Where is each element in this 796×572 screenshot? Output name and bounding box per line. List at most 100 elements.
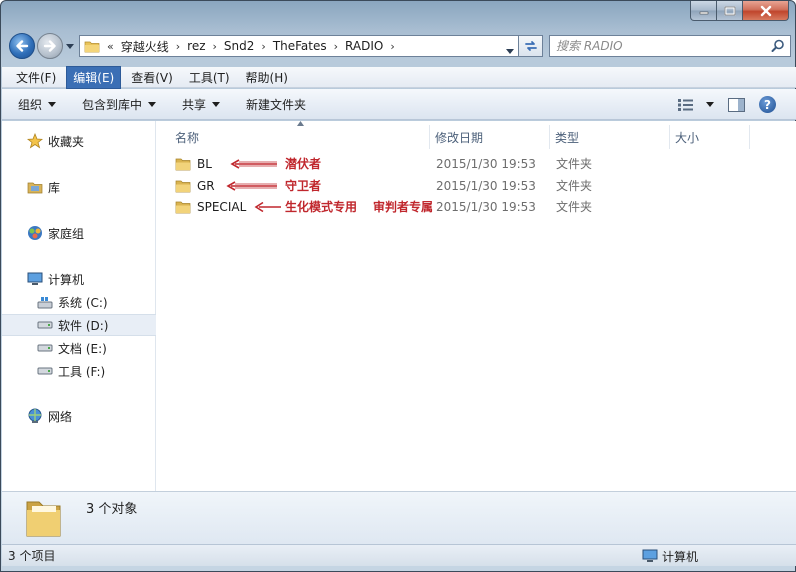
chevron-down-icon [212,101,221,107]
change-view-button[interactable] [678,98,714,111]
close-button[interactable] [743,1,789,21]
navigation-bar: « 穿越火线 › rez › Snd2 › TheFates › RADIO › [7,33,791,59]
status-location: 计算机 [642,545,698,567]
column-header-date[interactable]: 修改日期 [435,125,483,149]
organize-label: 组织 [18,97,43,112]
close-icon [760,5,771,16]
breadcrumb-item[interactable]: Snd2 [224,39,254,53]
nav-libraries[interactable]: 库 [2,176,156,198]
drive-icon [36,320,54,330]
annotation-arrow-icon [229,153,279,174]
share-button[interactable]: 共享 [182,96,221,113]
breadcrumb-separator[interactable]: › [261,40,265,53]
maximize-button[interactable] [717,1,743,21]
folder-icon [175,153,191,174]
forward-button[interactable] [37,33,63,59]
address-bar[interactable]: « 穿越火线 › rez › Snd2 › TheFates › RADIO › [79,35,519,57]
annotation-label: 生化模式专用 [285,200,358,214]
nav-drive-c[interactable]: 系统 (C:) [2,291,156,313]
recent-pages-dropdown[interactable] [65,41,75,51]
table-row[interactable]: BL 潜伏者 2015/1/30 19:53 文件夹 [157,153,796,174]
nav-drive-d-label: 软件 (D:) [58,318,109,333]
nav-favorites[interactable]: 收藏夹 [2,130,156,152]
file-date: 2015/1/30 19:53 [436,199,536,214]
breadcrumb-separator[interactable]: › [390,40,394,53]
breadcrumb-item[interactable]: TheFates [273,39,327,53]
menu-view[interactable]: 查看(V) [125,67,179,88]
breadcrumb-overflow[interactable]: « [107,40,114,53]
nav-homegroup[interactable]: 家庭组 [2,222,156,244]
nav-drive-d[interactable]: 软件 (D:) [2,314,156,336]
file-name: SPECIAL [197,199,247,214]
column-header-name[interactable]: 名称 [175,125,199,149]
column-header-type[interactable]: 类型 [555,125,579,149]
search-input[interactable] [556,39,766,53]
folder-icon [175,175,191,196]
back-arrow-icon [16,40,29,52]
chevron-down-icon [48,101,57,107]
annotation-arrow-icon [253,196,283,217]
table-row[interactable]: GR 守卫者 2015/1/30 19:53 文件夹 [157,175,796,196]
address-history-dropdown[interactable] [506,43,514,57]
menu-tools[interactable]: 工具(T) [183,67,236,88]
chevron-down-icon[interactable] [706,102,714,107]
breadcrumb-item[interactable]: RADIO [345,39,383,53]
include-in-library-label: 包含到库中 [82,97,143,112]
search-icon[interactable] [771,39,785,53]
column-divider[interactable] [549,125,550,149]
new-folder-button[interactable]: 新建文件夹 [246,96,306,113]
menu-edit[interactable]: 编辑(E) [66,65,122,89]
star-icon [26,133,44,149]
preview-pane-icon[interactable] [728,97,745,112]
command-bar: 组织 包含到库中 共享 新建文件夹 ? [2,89,796,120]
nav-network[interactable]: 网络 [2,405,156,427]
refresh-button[interactable] [519,35,543,57]
menu-help[interactable]: 帮助(H) [240,67,294,88]
nav-drive-f[interactable]: 工具 (F:) [2,360,156,382]
nav-drive-e-label: 文档 (E:) [58,341,107,356]
main-area: 收藏夹 库 家庭组 计算机 系统 (C:) 软件 (D:) 文档 (E:) 工具… [2,121,796,491]
column-divider[interactable] [429,125,430,149]
item-count: 3 个项目 [8,549,56,563]
status-bar: 3 个项目 计算机 [2,544,796,566]
nav-network-label: 网络 [48,409,73,424]
nav-computer[interactable]: 计算机 [2,268,156,290]
breadcrumb-separator[interactable]: › [334,40,338,53]
file-type: 文件夹 [556,157,593,171]
drive-icon [36,343,54,353]
nav-libraries-label: 库 [48,180,61,195]
organize-button[interactable]: 组织 [18,96,57,113]
search-box[interactable] [549,35,791,57]
file-type: 文件夹 [556,179,593,193]
breadcrumb-separator[interactable]: › [176,40,180,53]
drive-icon [36,366,54,376]
folder-icon [84,41,100,53]
column-divider[interactable] [749,125,750,149]
maximize-icon [724,6,735,15]
chevron-down-icon [506,49,514,54]
system-drive-icon [36,295,54,309]
nav-drive-e[interactable]: 文档 (E:) [2,337,156,359]
breadcrumb-item[interactable]: rez [187,39,205,53]
column-divider[interactable] [669,125,670,149]
minimize-icon [699,11,708,14]
nav-drive-f-label: 工具 (F:) [58,364,106,379]
help-icon[interactable]: ? [759,96,776,113]
annotation-arrow-icon [225,175,279,196]
sort-arrow-icon [297,121,304,126]
column-header-size[interactable]: 大小 [675,125,699,149]
selection-count: 3 个对象 [86,502,138,517]
new-folder-label: 新建文件夹 [246,97,307,112]
breadcrumb-item[interactable]: 穿越火线 [121,38,169,55]
include-in-library-button[interactable]: 包含到库中 [82,96,157,113]
breadcrumb-separator[interactable]: › [213,40,217,53]
details-view-icon [678,98,693,111]
window-controls [690,1,789,21]
menu-file[interactable]: 文件(F) [10,67,62,88]
homegroup-icon [26,225,44,241]
table-row[interactable]: SPECIAL 生化模式专用 审判者专属 2015/1/30 19:53 文件夹 [157,196,796,217]
back-button[interactable] [9,33,35,59]
nav-drive-c-label: 系统 (C:) [58,295,108,310]
folder-icon [175,196,191,217]
minimize-button[interactable] [690,1,717,21]
